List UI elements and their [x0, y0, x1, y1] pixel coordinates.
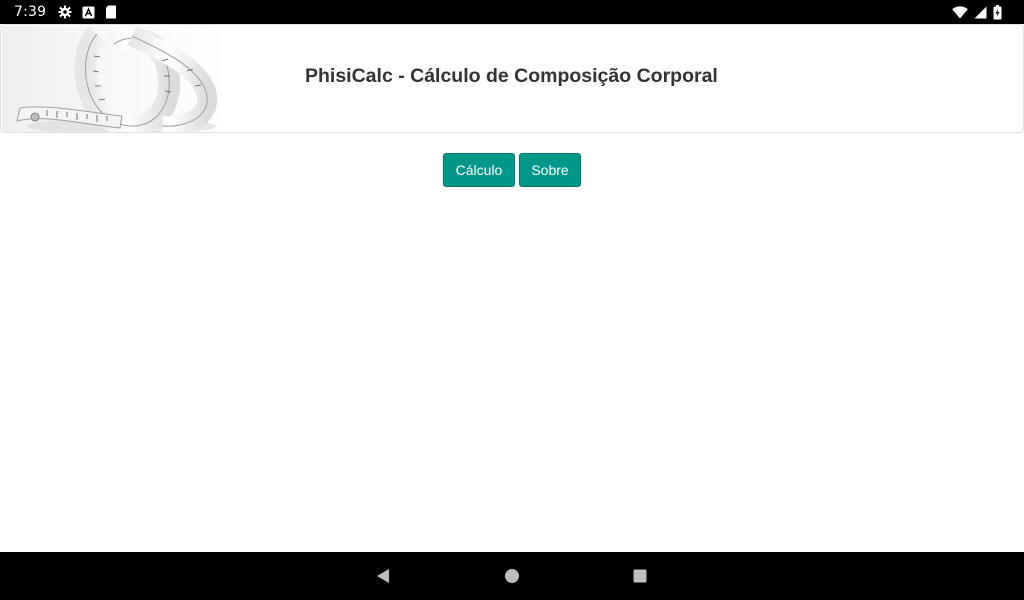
status-time: 7:39 — [14, 4, 47, 20]
measuring-tape-image — [2, 26, 227, 132]
recents-icon[interactable] — [620, 556, 660, 596]
a-box-icon — [82, 6, 95, 19]
navigation-bar — [0, 552, 1024, 600]
status-right-icons — [952, 4, 1010, 20]
wifi-icon — [952, 5, 968, 19]
status-left-icons — [58, 5, 117, 19]
cell-signal-icon — [974, 6, 987, 19]
home-icon[interactable] — [492, 556, 532, 596]
header-card: PhisiCalc - Cálculo de Composição Corpor… — [0, 24, 1024, 133]
back-icon[interactable] — [363, 556, 403, 596]
calculation-button[interactable]: Cálculo — [443, 153, 515, 187]
page-title: PhisiCalc - Cálculo de Composição Corpor… — [305, 65, 718, 87]
action-button-row: Cálculo Sobre — [0, 153, 1024, 187]
about-button[interactable]: Sobre — [519, 153, 581, 187]
battery-icon — [993, 4, 1002, 20]
sd-card-icon — [105, 5, 117, 19]
gear-icon — [58, 5, 72, 19]
status-bar: 7:39 — [0, 0, 1024, 24]
